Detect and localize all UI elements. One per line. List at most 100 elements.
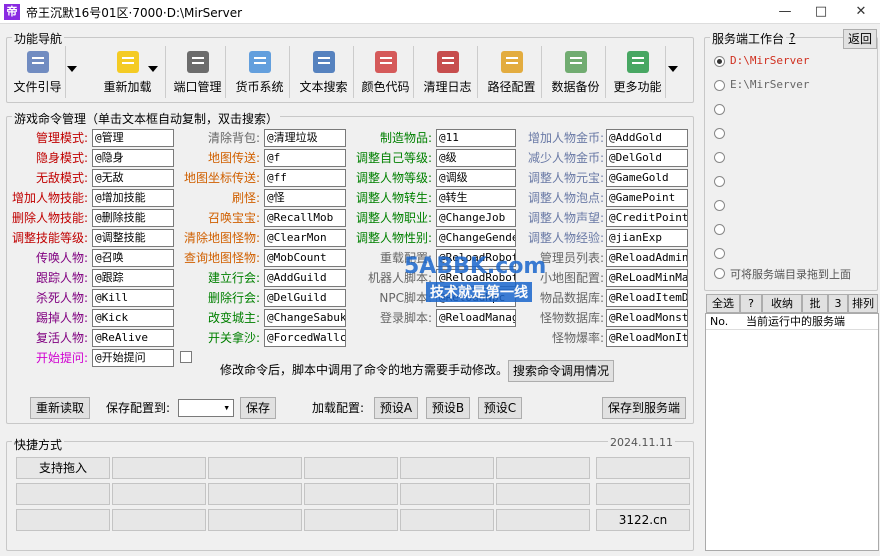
command-field[interactable]: @Kill (92, 289, 174, 307)
shortcut-slot[interactable] (112, 457, 206, 479)
command-field[interactable]: @MobCount (264, 249, 346, 267)
command-field[interactable]: @隐身 (92, 149, 174, 167)
server-radio[interactable] (714, 176, 725, 187)
hint-radio[interactable] (714, 268, 725, 279)
save-to-select[interactable]: ▾ (178, 399, 234, 417)
command-field[interactable]: @开始提问 (92, 349, 174, 367)
command-field[interactable]: @ReAlive (92, 329, 174, 347)
command-field[interactable]: @DelGuild (264, 289, 346, 307)
command-field[interactable]: @调整技能 (92, 229, 174, 247)
shortcut-slot[interactable] (112, 483, 206, 505)
command-field[interactable]: @11 (436, 129, 516, 147)
back-button[interactable]: 返回 (843, 29, 877, 49)
shortcut-slot[interactable] (304, 509, 398, 531)
command-field[interactable]: @管理 (92, 129, 174, 147)
command-field[interactable]: @增加技能 (92, 189, 174, 207)
command-field[interactable]: @f (264, 149, 346, 167)
command-field[interactable]: @ff (264, 169, 346, 187)
search-usage-button[interactable]: 搜索命令调用情况 (508, 360, 614, 382)
toolbar-button-10[interactable]: 更多功能 (610, 46, 666, 98)
command-field[interactable]: @AddGuild (264, 269, 346, 287)
command-field[interactable]: @转生 (436, 189, 516, 207)
ask-checkbox[interactable] (180, 351, 192, 363)
preset-b-button[interactable]: 预设B (426, 397, 470, 419)
shortcut-slot[interactable] (208, 509, 302, 531)
preset-a-button[interactable]: 预设A (374, 397, 418, 419)
shortcut-slot[interactable] (400, 509, 494, 531)
server-path[interactable]: D:\MirServer (730, 54, 809, 67)
preset-c-button[interactable]: 预设C (478, 397, 522, 419)
shortcut-slot[interactable] (16, 509, 110, 531)
command-field[interactable]: @ReloadManage (436, 309, 516, 327)
toolbar-button-6[interactable]: 颜色代码 (358, 46, 414, 98)
toolbar-button-3[interactable]: 端口管理 (170, 46, 226, 98)
server-radio[interactable] (714, 248, 725, 259)
command-field[interactable]: @怪 (264, 189, 346, 207)
command-field[interactable]: @jianExp (606, 229, 688, 247)
command-field[interactable]: @清理垃圾 (264, 129, 346, 147)
command-field[interactable]: @CreditPoint (606, 209, 688, 227)
shortcut-slot[interactable] (208, 457, 302, 479)
toolbar-button-5[interactable]: 文本搜索 (294, 46, 354, 98)
server-tab[interactable]: 3 (828, 294, 848, 313)
command-field[interactable]: @删除技能 (92, 209, 174, 227)
command-field[interactable]: @ChangeSabukL (264, 309, 346, 327)
toolbar-button-7[interactable]: 清理日志 (418, 46, 478, 98)
shortcut-slot[interactable] (208, 483, 302, 505)
shortcut-slot[interactable] (496, 457, 590, 479)
server-tab[interactable]: 全选 (706, 294, 740, 313)
shortcut-slot[interactable] (596, 483, 690, 505)
server-tab[interactable]: 批 (802, 294, 828, 313)
toolbar-button-4[interactable]: 货币系统 (230, 46, 290, 98)
toolbar-button-1[interactable]: 文件引导 (10, 46, 66, 98)
server-list[interactable]: No. 当前运行中的服务端 (705, 313, 879, 551)
server-tab[interactable]: 收纳 (762, 294, 802, 313)
server-tab[interactable]: 排列 (848, 294, 878, 313)
server-radio[interactable] (714, 152, 725, 163)
command-field[interactable]: @调级 (436, 169, 516, 187)
command-field[interactable]: @ChangeJob (436, 209, 516, 227)
minimize-button[interactable]: — (770, 2, 800, 22)
shortcut-slot[interactable] (400, 483, 494, 505)
command-field[interactable]: @GamePoint (606, 189, 688, 207)
maximize-button[interactable]: □ (806, 2, 836, 22)
server-path[interactable]: E:\MirServer (730, 78, 809, 91)
server-radio[interactable] (714, 104, 725, 115)
save-to-server-button[interactable]: 保存到服务端 (602, 397, 686, 419)
close-button[interactable]: ✕ (846, 2, 876, 22)
command-field[interactable]: @ReloadItemDB (606, 289, 688, 307)
command-field[interactable]: @级 (436, 149, 516, 167)
save-button[interactable]: 保存 (240, 397, 276, 419)
command-field[interactable]: @ReloadMonste (606, 309, 688, 327)
command-field[interactable]: @GameGold (606, 169, 688, 187)
command-field[interactable]: @Kick (92, 309, 174, 327)
toolbar-button-8[interactable]: 路径配置 (482, 46, 542, 98)
shortcut-slot[interactable] (596, 457, 690, 479)
command-field[interactable]: @无敌 (92, 169, 174, 187)
shortcut-slot[interactable] (112, 509, 206, 531)
reload-dropdown-icon[interactable] (148, 66, 158, 72)
command-field[interactable]: @ReloadAdmin (606, 249, 688, 267)
command-field[interactable]: @ForcedWallco (264, 329, 346, 347)
command-field[interactable]: @召唤 (92, 249, 174, 267)
toolbar-button-2[interactable]: 重新加载 (90, 46, 166, 98)
command-field[interactable]: @跟踪 (92, 269, 174, 287)
reload-button[interactable]: 重新读取 (30, 397, 90, 419)
more-dropdown-icon[interactable] (668, 66, 678, 72)
shortcut-slot[interactable] (496, 483, 590, 505)
shortcut-slot[interactable] (496, 509, 590, 531)
server-radio[interactable] (714, 56, 725, 67)
server-radio[interactable] (714, 80, 725, 91)
command-field[interactable]: @AddGold (606, 129, 688, 147)
shortcut-slot[interactable] (304, 457, 398, 479)
server-radio[interactable] (714, 128, 725, 139)
shortcut-slot[interactable]: 支持拖入 (16, 457, 110, 479)
command-field[interactable]: @ClearMon (264, 229, 346, 247)
shortcut-slot[interactable]: 3122.cn (596, 509, 690, 531)
command-field[interactable]: @DelGold (606, 149, 688, 167)
toolbar-dropdown-icon[interactable] (67, 66, 77, 72)
command-field[interactable]: @RecallMob (264, 209, 346, 227)
command-field[interactable]: @ReLoadMinMap (606, 269, 688, 287)
shortcut-slot[interactable] (304, 483, 398, 505)
toolbar-button-9[interactable]: 数据备份 (546, 46, 606, 98)
